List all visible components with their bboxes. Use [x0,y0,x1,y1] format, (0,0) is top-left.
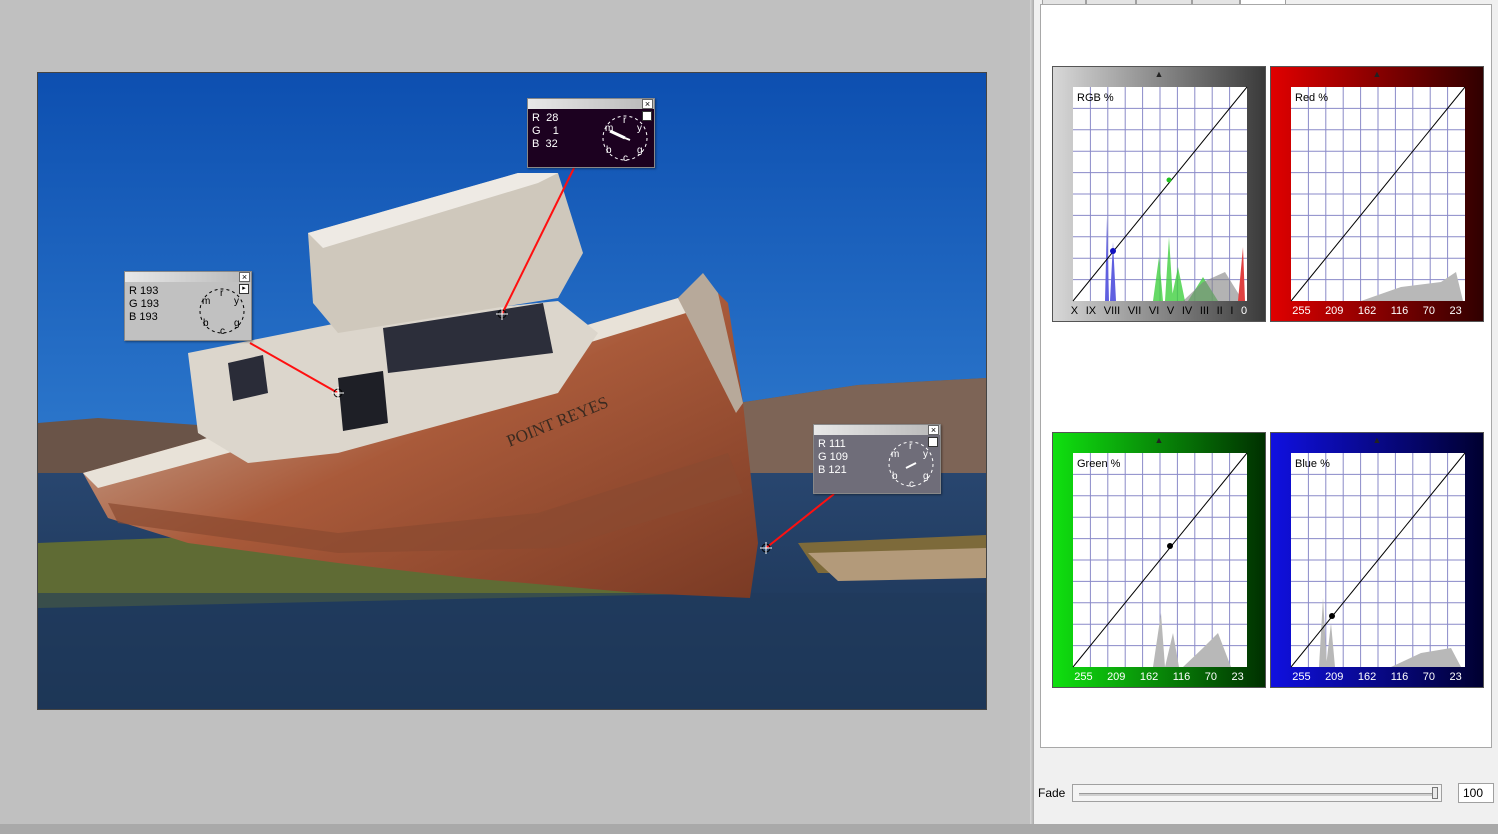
svg-text:y: y [637,123,642,134]
probe-g-value: 193 [140,298,159,310]
image-canvas-area: POINT REYES × R 193 G 193 B 193 ▸ r y g … [0,0,1030,824]
probe-titlebar[interactable]: × [125,272,251,282]
svg-text:g: g [923,471,929,482]
probe-g-value: 109 [829,451,848,463]
probe-r-value: 111 [829,438,846,450]
fade-slider[interactable] [1072,784,1442,802]
probe-r-value: 193 [140,285,159,297]
photo-preview[interactable]: POINT REYES [37,72,987,710]
curve-red-label: Red % [1295,92,1328,104]
svg-text:m: m [202,296,210,307]
svg-text:y: y [923,449,928,460]
probe-b-value: 193 [139,311,158,323]
curve-blue-axis: 255 209 162 116 70 23 [1292,671,1462,683]
curves-panel: ▲ RGB % X IX VIII VII VI V IV III II I 0 ▲ [1040,4,1492,748]
curve-red[interactable]: ▲ Red % 255 209 162 116 70 23 [1270,66,1484,322]
probe-b-value: 32 [545,138,558,150]
svg-text:g: g [234,318,240,329]
svg-text:c: c [909,479,914,489]
curve-rgb-graph[interactable]: RGB % [1053,67,1265,321]
probe-close-icon[interactable]: × [642,99,653,109]
svg-text:c: c [623,153,628,163]
status-bar [0,824,1498,834]
curve-blue[interactable]: ▲ Blue % 255 209 162 116 70 23 [1270,432,1484,688]
svg-text:b: b [606,145,612,156]
probe-b-value: 121 [828,464,847,476]
probe-close-icon[interactable]: × [928,425,939,435]
curve-rgb-label: RGB % [1077,92,1114,104]
probe-r-value: 28 [546,112,559,124]
curves-side-panel: ▲ RGB % X IX VIII VII VI V IV III II I 0 ▲ [1034,0,1498,824]
svg-text:b: b [892,471,898,482]
probe-g-value: 1 [552,125,559,137]
color-probe-dark[interactable]: × R 28 G 1 B 32 ▸ r y g c b m [527,98,655,168]
fade-slider-groove [1079,793,1435,796]
curve-red-axis: 255 209 162 116 70 23 [1292,305,1462,317]
probe-titlebar[interactable]: × [814,425,940,435]
svg-text:r: r [623,115,627,126]
svg-text:g: g [637,145,643,156]
curve-red-graph[interactable]: Red % [1271,67,1483,321]
photo-image: POINT REYES [38,73,986,709]
color-probe-light[interactable]: × R 193 G 193 B 193 ▸ r y g c b m [124,271,252,341]
curve-green-graph[interactable]: Green % [1053,433,1265,687]
color-wheel-icon: r y g c b m [888,441,934,489]
svg-text:m: m [891,449,899,460]
color-probe-mid[interactable]: × R 111 G 109 B 121 ▸ r y g c b m [813,424,941,494]
probe-titlebar[interactable]: × [528,99,654,109]
curve-green-label: Green % [1077,458,1121,470]
probe-values: R 193 G 193 B 193 [129,285,159,323]
fade-value-input[interactable]: 100 [1458,783,1494,803]
svg-text:m: m [605,123,613,134]
probe-values: R 28 G 1 B 32 [532,112,559,150]
probe-close-icon[interactable]: × [239,272,250,282]
fade-slider-thumb[interactable] [1432,787,1438,799]
svg-text:r: r [220,288,224,299]
svg-text:y: y [234,296,239,307]
color-wheel-icon: r y g c b m [199,288,245,336]
svg-text:b: b [203,318,209,329]
svg-text:r: r [909,441,913,452]
color-wheel-icon: r y g c b m [602,115,648,163]
probe-values: R 111 G 109 B 121 [818,438,848,476]
curve-rgb-axis: X IX VIII VII VI V IV III II I 0 [1070,305,1248,317]
curve-rgb[interactable]: ▲ RGB % X IX VIII VII VI V IV III II I 0 [1052,66,1266,322]
svg-text:c: c [220,326,225,336]
curve-blue-graph[interactable]: Blue % [1271,433,1483,687]
fade-label: Fade [1038,786,1066,800]
curve-blue-label: Blue % [1295,458,1330,470]
curve-green[interactable]: ▲ Green % 255 209 162 116 70 23 [1052,432,1266,688]
curve-green-axis: 255 209 162 116 70 23 [1074,671,1244,683]
